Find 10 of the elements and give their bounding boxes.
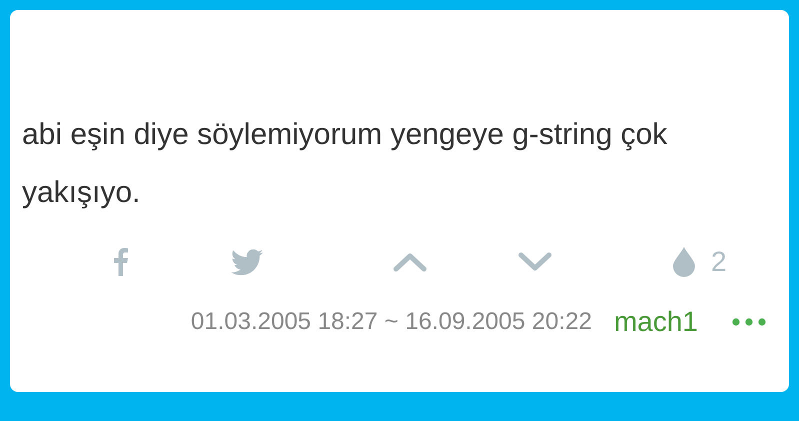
up-chevron-icon[interactable] <box>393 252 427 272</box>
drop-icon[interactable] <box>673 247 695 277</box>
facebook-icon[interactable] <box>114 248 128 276</box>
author-link[interactable]: mach1 <box>614 306 698 338</box>
entry-text: abi eşin diye söylemiyorum yengeye g-string çok yakışıyo. <box>22 117 668 211</box>
entry-date-link[interactable]: 01.03.2005 18:27 ~ 16.09.2005 20:22 <box>190 308 592 336</box>
bird-icon[interactable] <box>231 248 263 276</box>
more-icon[interactable] <box>732 318 766 326</box>
favorite-count: 2 <box>711 246 727 278</box>
down-chevron-icon[interactable] <box>518 252 552 272</box>
